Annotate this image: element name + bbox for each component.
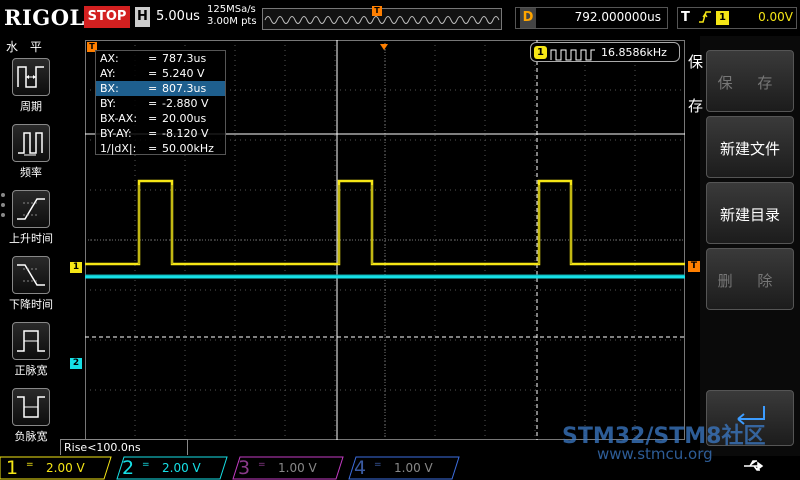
trigger-label: T <box>681 10 690 25</box>
cursor-row-inv-dx: 1/|dX|: = 50.00kHz <box>100 142 214 155</box>
memory-depth: 3.00M pts <box>207 16 257 27</box>
ch1-offset-marker[interactable]: 1 <box>70 262 82 273</box>
overview-waveform <box>264 16 500 24</box>
frequency-icon <box>550 46 596 65</box>
ch4-tab[interactable]: 4 = 1.00 V <box>348 456 464 480</box>
positive-width-icon <box>12 322 50 360</box>
measure-rise-time[interactable]: 上升时间 <box>0 190 62 254</box>
cursor-row-by: BY: = -2.880 V <box>100 97 209 110</box>
cursor-row-ax: AX: = 787.3us <box>100 52 207 65</box>
save-button[interactable]: 保 存 <box>706 50 794 112</box>
sample-rate: 125MSa/s <box>207 4 256 15</box>
frequency-value: 16.8586kHz <box>601 46 667 59</box>
new-file-button[interactable]: 新建文件 <box>706 116 794 178</box>
delay-value: 792.000000us <box>574 10 661 24</box>
frequency-channel-badge: 1 <box>534 46 547 59</box>
watermark-url: www.stmcu.org <box>597 445 713 463</box>
measure-menu-title: 水 平 <box>6 40 46 54</box>
cursor-row-bx[interactable]: BX: = 807.3us <box>96 81 225 96</box>
period-icon <box>12 58 50 96</box>
measure-frequency[interactable]: 频率 <box>0 124 62 188</box>
fall-time-icon <box>12 256 50 294</box>
ch3-tab[interactable]: 3 = 1.00 V <box>232 456 348 480</box>
ch2-offset-marker[interactable]: 2 <box>70 358 82 369</box>
measure-period[interactable]: 周期 <box>0 58 62 122</box>
run-stop-button[interactable]: STOP <box>84 6 130 28</box>
rise-time-icon <box>12 190 50 228</box>
brand-logo: RIGOL <box>4 5 85 30</box>
cursor-row-ay: AY: = 5.240 V <box>100 67 205 80</box>
usb-icon <box>742 458 766 478</box>
trigger-level-value: 0.00V <box>758 10 793 24</box>
new-folder-button[interactable]: 新建目录 <box>706 182 794 244</box>
top-status-bar: RIGOL STOP H 5.00us 125MSa/s 3.00M pts T… <box>0 0 800 36</box>
horizontal-label: H <box>135 7 150 27</box>
trigger-level-marker[interactable]: T <box>688 261 700 272</box>
waveform-overview-bar[interactable] <box>262 8 502 30</box>
cursor-row-by-ay: BY-AY: = -8.120 V <box>100 127 209 140</box>
measure-menu: 水 平 周期 频率 上升时间 下降时间 正脉宽 负脉宽 <box>0 36 62 456</box>
frequency-icon <box>12 124 50 162</box>
measure-negative-width[interactable]: 负脉宽 <box>0 388 62 452</box>
measure-fall-time[interactable]: 下降时间 <box>0 256 62 320</box>
delay-label: D <box>520 8 536 28</box>
trigger-position-marker: T <box>372 6 382 16</box>
softkey-menu-title: 保存 <box>688 53 704 115</box>
ch2-tab[interactable]: 2 = 2.00 V <box>116 456 232 480</box>
ch1-tab[interactable]: 1 = 2.00 V <box>0 456 116 480</box>
negative-width-icon <box>12 388 50 426</box>
cursor-row-bx-ax: BX-AX: = 20.00us <box>100 112 207 125</box>
rise-time-status: Rise<100.0ns <box>60 439 188 455</box>
rising-edge-icon <box>698 9 712 29</box>
timebase-value[interactable]: 5.00us <box>156 9 200 24</box>
delete-button[interactable]: 删 除 <box>706 248 794 310</box>
cursor-readout-panel: AX: = 787.3us AY: = 5.240 V BX: = 807.3us BY: =… <box>95 50 226 155</box>
trigger-source-badge: 1 <box>716 11 729 25</box>
frequency-measurement[interactable]: 1 16.8586kHz <box>530 42 680 62</box>
trigger-time-marker <box>380 37 388 50</box>
measure-positive-width[interactable]: 正脉宽 <box>0 322 62 386</box>
